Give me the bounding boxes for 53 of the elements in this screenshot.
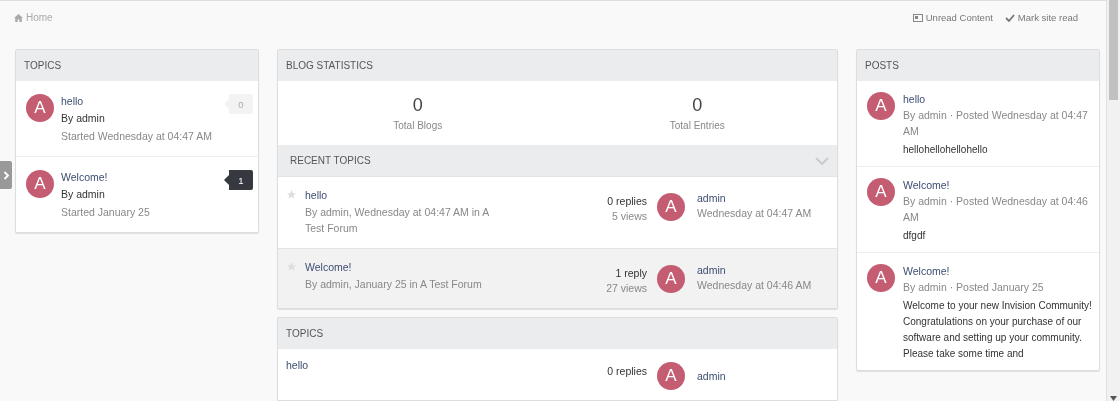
avatar[interactable]: A [657,192,685,221]
topic-author: By admin [61,111,106,126]
comment-count: 0 [224,94,253,114]
view-count: 5 views [612,209,647,224]
avatar[interactable]: A [867,178,895,206]
top-link[interactable]: Mark site read [1004,12,1078,23]
topic-row[interactable]: hello By admin, Wednesday at 04:47 AM in A Test Forum 0 replies 5 views A admin Wednesday at 04:47 AM [278,176,837,248]
panel-title: TOPICS [24,60,62,71]
stat-value: 0 [692,95,703,116]
post-link[interactable]: Welcome! [903,178,1093,193]
stat-value: 0 [412,95,423,116]
reply-count: 0 replies [607,195,647,207]
post-link[interactable]: Welcome! [903,264,1093,279]
reply-count: 1 reply [615,267,647,279]
stat-label: Total Entries [669,120,725,131]
post-meta: By admin · Posted Wednesday at 04:46 AM [903,194,1089,225]
topic-link[interactable]: Welcome! [305,261,505,273]
avatar[interactable]: A [657,264,685,293]
panel-title: RECENT TOPICS [290,155,371,166]
avatar[interactable]: A [867,92,895,120]
topic-row[interactable]: Welcome! By admin, January 25 in A Test Forum 1 reply 27 views A admin Wednesday at 04:46 AM [278,248,837,308]
topic-meta: By admin, January 25 in A Test Forum [305,277,483,292]
user-link[interactable]: admin [697,370,726,382]
topic-link[interactable]: Welcome! [61,170,217,185]
panel-title: POSTS [865,60,899,71]
panel-title: BLOG STATISTICS [286,60,373,71]
stat-label: Total Blogs [393,120,443,131]
user-link[interactable]: admin [697,264,812,276]
view-count: 27 views [606,281,647,296]
panel-title: TOPICS [286,328,324,339]
avatar[interactable]: A [867,264,895,292]
comment-count: 1 [224,170,253,190]
topic-link[interactable]: hello [286,359,486,371]
top-link[interactable]: Unread Content [912,12,993,23]
topic-link[interactable]: hello [61,94,217,109]
topic-date: Started Wednesday at 04:47 AM [61,129,213,144]
user-link[interactable]: admin [697,192,812,204]
topic-author: By admin [61,187,106,202]
topic-link[interactable]: hello [305,189,505,201]
last-post-time: Wednesday at 04:47 AM [697,206,812,221]
post-body: hellohellohellohello [903,143,989,157]
post-body: Welcome to your new Invision Community! Congratulations on your purchase of our software and setting up your community. Please take some time and [903,299,1093,361]
post-meta: By admin · Posted January 25 [903,280,1045,295]
last-post-time: Wednesday at 04:46 AM [697,278,812,293]
topic-date: Started January 25 [61,205,151,220]
post-body: dfgdf [903,229,927,243]
post-link[interactable]: hello [903,92,1093,107]
avatar[interactable]: A [26,94,54,122]
post-meta: By admin · Posted Wednesday at 04:47 AM [903,108,1089,139]
topic-meta: By admin, Wednesday at 04:47 AM in A Test Forum [305,205,490,236]
reply-count: 0 replies [607,365,647,377]
avatar[interactable]: A [657,362,685,390]
avatar[interactable]: A [26,170,54,198]
